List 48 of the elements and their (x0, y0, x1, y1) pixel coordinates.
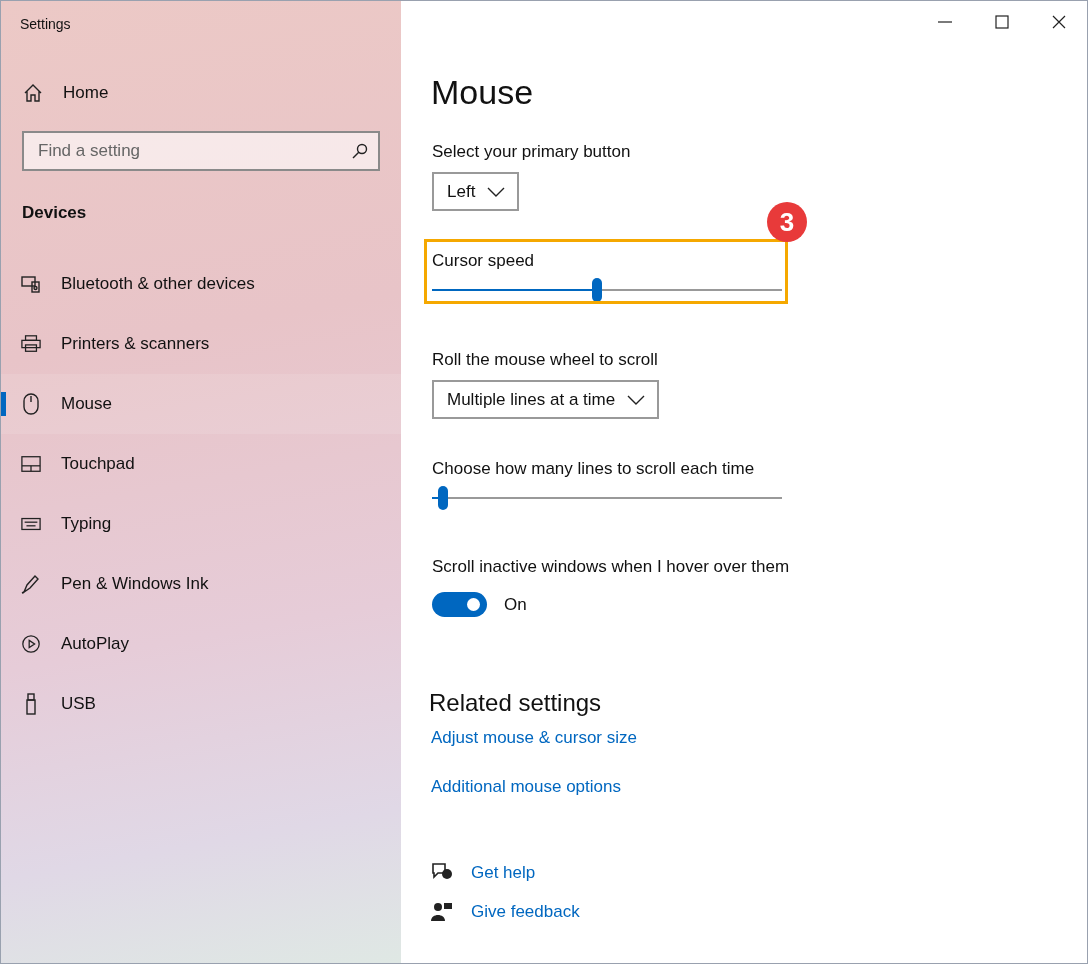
nav-item[interactable]: Printers & scanners (1, 313, 401, 374)
minimize-icon (937, 21, 952, 23)
link[interactable]: Adjust mouse & cursor size (431, 726, 637, 749)
caret-icon (487, 186, 506, 197)
selection-indicator (1, 391, 6, 416)
nav-item[interactable]: Typing (1, 493, 401, 554)
nav-item[interactable]: Mouse (1, 373, 401, 434)
slider-track[interactable] (432, 486, 782, 510)
setting-label: Roll the mouse wheel to scroll (432, 349, 658, 371)
nav-item[interactable]: Pen & Windows Ink (1, 553, 401, 614)
home-icon (23, 83, 43, 103)
section-heading: Devices (21, 202, 88, 224)
setting-label: Choose how many lines to scroll each time (432, 458, 755, 480)
nav-item[interactable]: Bluetooth & other devices (1, 253, 401, 314)
link[interactable]: Get help (471, 859, 536, 885)
toggle-state: On (504, 594, 527, 616)
search-icon (352, 143, 368, 159)
setting-label: Cursor speed (432, 250, 535, 272)
maximize-icon (994, 15, 1009, 29)
section-heading: Related settings (429, 687, 603, 718)
person-feedback-icon (431, 901, 453, 922)
caret-icon (627, 394, 646, 405)
window-title: Settings (19, 15, 72, 34)
pen-icon (21, 573, 41, 594)
keyboard-speaker-icon (21, 273, 41, 294)
slider-track[interactable] (432, 278, 782, 302)
slider-thumb[interactable] (437, 486, 448, 510)
printer-icon (21, 333, 41, 354)
mouse-icon (21, 392, 41, 415)
keyboard-icon (21, 516, 41, 531)
toggle-switch[interactable] (432, 592, 487, 618)
link[interactable]: Give feedback (471, 899, 580, 925)
search-field[interactable]: Find a setting (22, 131, 380, 171)
dropdown[interactable]: Multiple lines at a time (432, 380, 660, 419)
nav-item[interactable]: AutoPlay (1, 613, 401, 674)
page-title: Mouse (431, 72, 535, 113)
slider-thumb[interactable] (591, 278, 602, 302)
play-icon (21, 632, 41, 655)
close-icon (1051, 15, 1066, 29)
home-link[interactable]: Home (1, 81, 401, 105)
dropdown[interactable]: Left (432, 172, 520, 211)
nav-item[interactable]: USB (1, 673, 401, 734)
setting-label: Scroll inactive windows when I hover over them (432, 556, 790, 578)
touchpad-icon (21, 454, 41, 473)
nav-item[interactable]: Touchpad (1, 433, 401, 494)
step-number-badge: 3 (767, 202, 807, 242)
link[interactable]: Additional mouse options (431, 775, 621, 798)
setting-label: Select your primary button (432, 141, 631, 163)
